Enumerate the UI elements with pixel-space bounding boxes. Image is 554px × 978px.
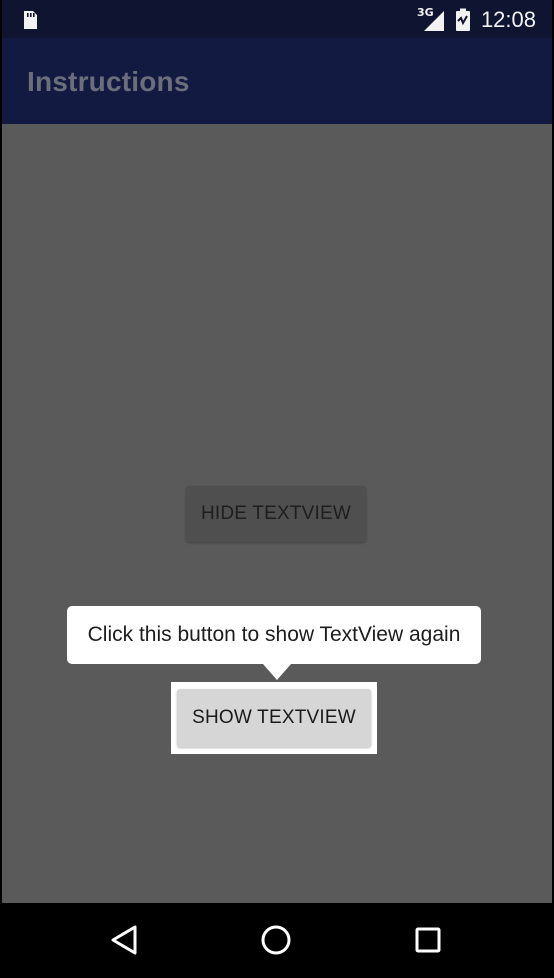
status-time: 12:08 [480,7,536,32]
page-title: Instructions [27,66,190,97]
main-content: HIDE TEXTVIEW [2,124,552,903]
battery-icon [455,8,470,31]
show-textview-button[interactable]: SHOW TEXTVIEW [177,689,371,747]
show-button-highlight: SHOW TEXTVIEW [171,682,377,754]
instruction-tooltip: Click this button to show TextView again [67,606,481,664]
home-icon[interactable] [259,923,293,957]
app-bar: Instructions [2,38,552,124]
status-icons: 3G 12:08 [417,6,536,34]
network-indicator: 3G [417,7,445,32]
sd-card-icon [24,11,37,29]
hide-textview-button[interactable]: HIDE TEXTVIEW [186,486,366,542]
status-bar: 3G 12:08 [2,0,552,38]
tooltip-arrow [263,664,291,680]
recent-apps-icon[interactable] [411,923,445,957]
navigation-bar [0,903,554,978]
signal-icon [423,11,444,31]
phone-screen: 3G 12:08 Instructions HIDE TEXTVIEW Clic… [0,0,554,978]
back-icon[interactable] [107,923,141,957]
